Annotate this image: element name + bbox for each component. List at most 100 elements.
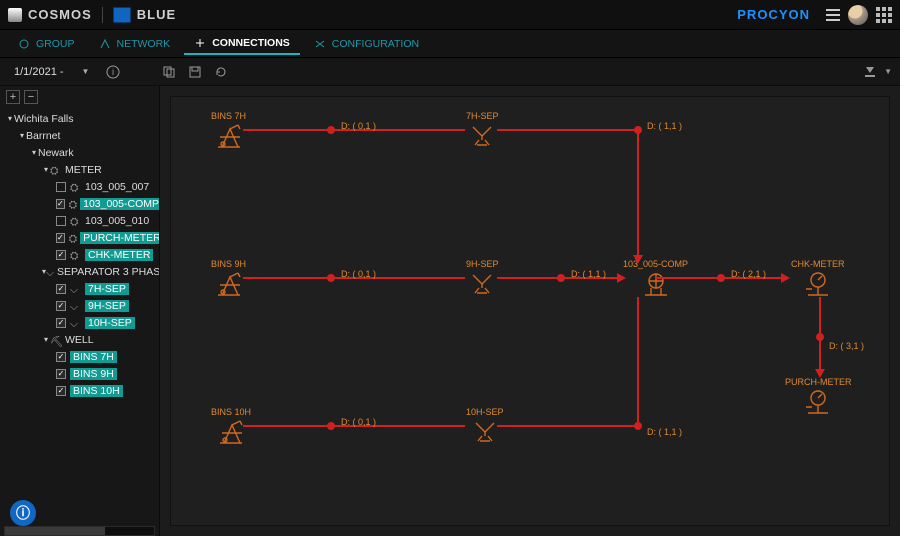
well-icon bbox=[214, 123, 244, 149]
arrow-right-icon bbox=[617, 273, 626, 283]
expand-all-button[interactable]: + bbox=[6, 90, 20, 104]
edge-label: D: ( 0,1 ) bbox=[341, 269, 376, 279]
tree-item[interactable]: ⛭103_005_010 bbox=[0, 212, 159, 229]
well-icon: ⛏ bbox=[50, 335, 62, 345]
well-icon bbox=[214, 271, 244, 297]
tab-group[interactable]: GROUP bbox=[8, 34, 85, 54]
date-picker[interactable]: 1/1/2021 - ▼ bbox=[8, 64, 95, 80]
edge-marker bbox=[634, 126, 642, 134]
edge-label: D: ( 0,1 ) bbox=[341, 417, 376, 427]
separator-icon: ⌵ bbox=[46, 267, 54, 277]
group-icon bbox=[18, 38, 30, 50]
node-compressor[interactable]: 103_005-COMP bbox=[623, 259, 688, 299]
workspace-body: + − ▾Wichita Falls ▾Barrnet ▾Newark ▾⛭ME… bbox=[0, 86, 900, 536]
copy-icon[interactable] bbox=[161, 64, 177, 80]
tree-item[interactable]: ✓⛭PURCH-METER bbox=[0, 229, 159, 246]
tree-group[interactable]: ▾⌵SEPARATOR 3 PHASE bbox=[0, 263, 159, 280]
edge-label: D: ( 1,1 ) bbox=[647, 121, 682, 131]
node-purch-meter[interactable]: PURCH-METER bbox=[785, 377, 852, 417]
tree-item[interactable]: ✓⌵10H-SEP bbox=[0, 314, 159, 331]
tree-item[interactable]: ✓⌵7H-SEP bbox=[0, 280, 159, 297]
checkbox[interactable] bbox=[56, 182, 66, 192]
separator-icon: ⌵ bbox=[70, 318, 82, 328]
node-well-9h[interactable]: BINS 9H bbox=[211, 259, 246, 299]
edge-marker bbox=[717, 274, 725, 282]
diagram-canvas[interactable]: BINS 7H BINS 9H BINS 10H 7H-SEP 9H-SEP bbox=[160, 86, 900, 536]
tab-label: GROUP bbox=[36, 38, 75, 50]
edge-marker bbox=[327, 126, 335, 134]
date-value: 1/1/2021 - bbox=[14, 66, 64, 78]
checkbox[interactable]: ✓ bbox=[56, 369, 66, 379]
checkbox[interactable] bbox=[56, 216, 66, 226]
edge-label: D: ( 1,1 ) bbox=[647, 427, 682, 437]
edge bbox=[637, 129, 639, 259]
nav-tabs: GROUP NETWORK CONNECTIONS CONFIGURATION bbox=[0, 30, 900, 58]
checkbox[interactable]: ✓ bbox=[56, 284, 66, 294]
checkbox[interactable]: ✓ bbox=[56, 233, 65, 243]
edge-label: D: ( 2,1 ) bbox=[731, 269, 766, 279]
tab-connections[interactable]: CONNECTIONS bbox=[184, 33, 300, 55]
save-icon[interactable] bbox=[187, 64, 203, 80]
tab-label: NETWORK bbox=[117, 38, 171, 50]
network-icon bbox=[99, 38, 111, 50]
node-chk-meter[interactable]: CHK-METER bbox=[791, 259, 845, 299]
meter-icon: ⛭ bbox=[70, 182, 82, 192]
meter-icon: ⛭ bbox=[70, 216, 82, 226]
edge-marker bbox=[634, 422, 642, 430]
toolbar: 1/1/2021 - ▼ i ▼ bbox=[0, 58, 900, 86]
tree-item[interactable]: ✓⌵9H-SEP bbox=[0, 297, 159, 314]
chevron-down-icon: ▼ bbox=[82, 67, 90, 76]
tree-group[interactable]: ▾⛏WELL bbox=[0, 331, 159, 348]
meter-icon: ⛭ bbox=[69, 199, 77, 209]
app-header: COSMOS BLUE PROCYON bbox=[0, 0, 900, 30]
compressor-icon bbox=[641, 271, 671, 297]
node-sep-7h[interactable]: 7H-SEP bbox=[466, 111, 499, 149]
edge-label: D: ( 1,1 ) bbox=[571, 269, 606, 279]
collapse-all-button[interactable]: − bbox=[24, 90, 38, 104]
meter-icon bbox=[804, 389, 832, 415]
tree-node[interactable]: ▾Wichita Falls bbox=[0, 110, 159, 127]
node-well-10h[interactable]: BINS 10H bbox=[211, 407, 251, 447]
tree-group[interactable]: ▾⛭METER bbox=[0, 161, 159, 178]
well-icon bbox=[216, 419, 246, 445]
checkbox[interactable]: ✓ bbox=[56, 199, 65, 209]
edge-marker bbox=[327, 274, 335, 282]
chevron-down-icon[interactable]: ▼ bbox=[884, 67, 892, 76]
asset-tree: ▾Wichita Falls ▾Barrnet ▾Newark ▾⛭METER … bbox=[0, 108, 159, 405]
sidebar: + − ▾Wichita Falls ▾Barrnet ▾Newark ▾⛭ME… bbox=[0, 86, 160, 536]
app-logo[interactable]: COSMOS bbox=[8, 7, 92, 22]
edge-marker bbox=[816, 333, 824, 341]
user-avatar[interactable] bbox=[848, 5, 868, 25]
checkbox[interactable]: ✓ bbox=[56, 301, 66, 311]
tree-node[interactable]: ▾Barrnet bbox=[0, 127, 159, 144]
checkbox[interactable]: ✓ bbox=[56, 386, 66, 396]
meter-icon: ⛭ bbox=[69, 233, 77, 243]
checkbox[interactable]: ✓ bbox=[56, 318, 66, 328]
refresh-icon[interactable] bbox=[213, 64, 229, 80]
project-name[interactable]: PROCYON bbox=[737, 7, 810, 22]
download-icon[interactable] bbox=[862, 64, 878, 80]
tree-item[interactable]: ✓⛭CHK-METER bbox=[0, 246, 159, 263]
apps-grid-icon[interactable] bbox=[876, 7, 892, 23]
tab-network[interactable]: NETWORK bbox=[89, 34, 181, 54]
checkbox[interactable]: ✓ bbox=[56, 250, 66, 260]
tree-node[interactable]: ▾Newark bbox=[0, 144, 159, 161]
workspace-icon bbox=[113, 7, 131, 23]
checkbox[interactable]: ✓ bbox=[56, 352, 66, 362]
svg-text:i: i bbox=[112, 67, 114, 77]
tree-item[interactable]: ⛭103_005_007 bbox=[0, 178, 159, 195]
node-well-7h[interactable]: BINS 7H bbox=[211, 111, 246, 151]
separator-icon bbox=[467, 123, 497, 147]
tree-item[interactable]: ✓BINS 7H bbox=[0, 348, 159, 365]
tab-configuration[interactable]: CONFIGURATION bbox=[304, 34, 429, 54]
node-sep-9h[interactable]: 9H-SEP bbox=[466, 259, 499, 297]
help-button[interactable]: ⓘ bbox=[10, 500, 36, 526]
workspace-name: BLUE bbox=[137, 7, 176, 22]
sidebar-scrollbar[interactable] bbox=[4, 526, 155, 536]
tree-item[interactable]: ✓⛭103_005-COMP bbox=[0, 195, 159, 212]
menu-icon[interactable] bbox=[824, 6, 842, 24]
info-icon[interactable]: i bbox=[105, 64, 121, 80]
tree-item[interactable]: ✓BINS 9H bbox=[0, 365, 159, 382]
edge bbox=[497, 129, 639, 131]
tree-item[interactable]: ✓BINS 10H bbox=[0, 382, 159, 399]
